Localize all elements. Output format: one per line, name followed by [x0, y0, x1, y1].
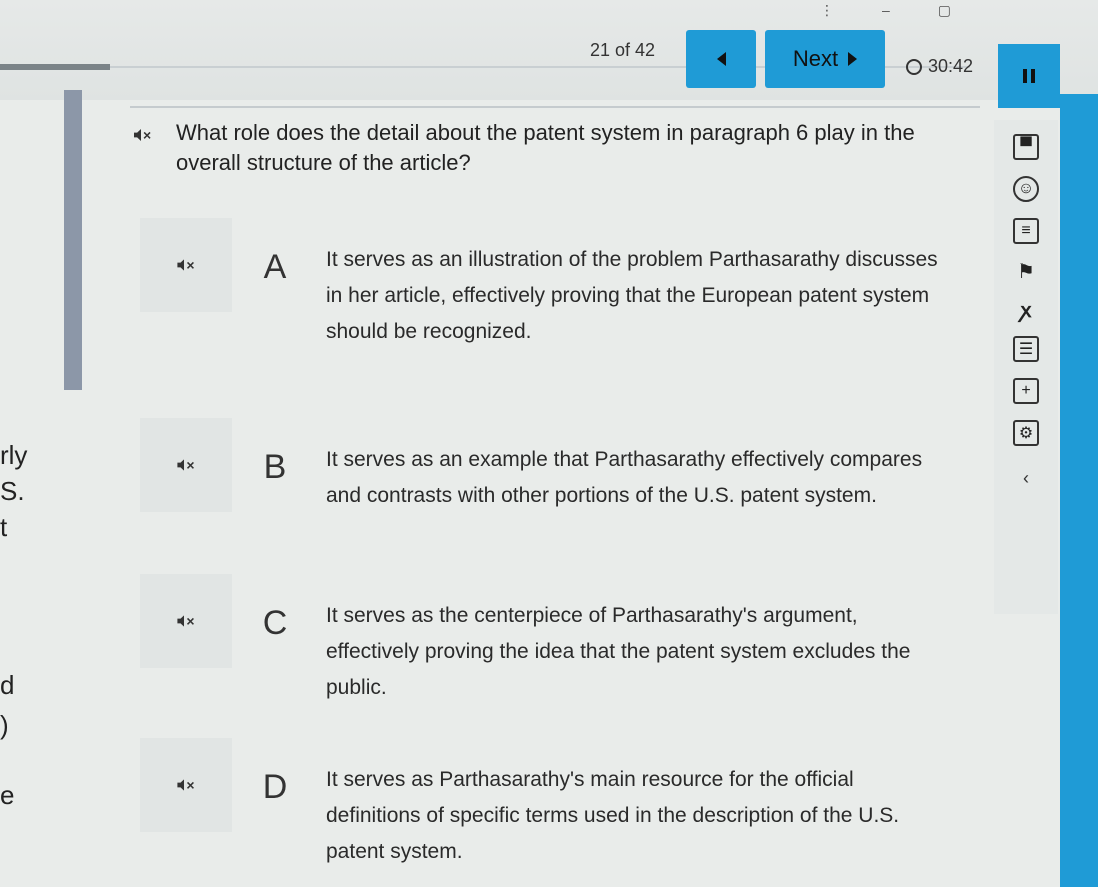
chevron-right-icon	[848, 52, 857, 66]
system-tray: ⋮ – ▢	[820, 2, 951, 19]
passage-fragment: e	[0, 780, 14, 811]
notes-icon[interactable]: ☰	[1013, 336, 1039, 362]
pause-button[interactable]	[998, 44, 1060, 108]
passage-fragment: S.	[0, 476, 25, 507]
answer-letter: B	[232, 418, 318, 514]
progress-fill	[0, 64, 110, 70]
answer-letter: A	[232, 218, 318, 350]
previous-button[interactable]	[686, 30, 756, 88]
answer-text: It serves as the centerpiece of Parthasa…	[318, 574, 940, 706]
right-scrollbar[interactable]	[1060, 94, 1098, 887]
answer-choice-d[interactable]: × D It serves as Parthasarathy's main re…	[140, 738, 940, 870]
pause-icon-bar	[1031, 69, 1035, 83]
chevron-left-icon	[717, 52, 726, 66]
question-stem: × What role does the detail about the pa…	[150, 118, 970, 178]
timer-value: 30:42	[928, 56, 973, 77]
collapse-icon[interactable]: ‹	[1023, 468, 1029, 489]
dots-icon[interactable]: ⋮	[820, 2, 834, 19]
answer-speaker-icon[interactable]: ×	[140, 418, 232, 512]
passage-fragment: d	[0, 670, 14, 701]
question-counter: 21 of 42	[590, 40, 655, 61]
answer-choice-c[interactable]: × C It serves as the centerpiece of Part…	[140, 574, 940, 706]
answer-text: It serves as an example that Parthasarat…	[318, 418, 940, 514]
window-icon[interactable]: ▢	[938, 2, 951, 19]
passage-fragment: rly	[0, 440, 27, 471]
clock-icon	[906, 59, 922, 75]
tool-sidebar: ▀ ☺ ≡ ⚑ ꭗ ☰ + ⚙ ‹	[994, 120, 1058, 614]
pause-icon	[1023, 69, 1027, 83]
answer-text: It serves as Parthasarathy's main resour…	[318, 738, 940, 870]
passage-fragment: t	[0, 512, 7, 543]
question-text: What role does the detail about the pate…	[150, 118, 970, 178]
question-speaker-icon[interactable]: ×	[134, 120, 151, 150]
add-icon[interactable]: +	[1013, 378, 1039, 404]
flag-icon[interactable]: ⚑	[1015, 260, 1037, 282]
settings-icon[interactable]: ⚙	[1013, 420, 1039, 446]
answer-text: It serves as an illustration of the prob…	[318, 218, 940, 350]
save-icon[interactable]: ▀	[1013, 134, 1039, 160]
answer-speaker-icon[interactable]: ×	[140, 218, 232, 312]
passage-scrollbar[interactable]	[64, 90, 82, 390]
answer-speaker-icon[interactable]: ×	[140, 738, 232, 832]
minimize-icon[interactable]: –	[882, 2, 890, 19]
header-divider	[130, 106, 980, 108]
next-label: Next	[793, 46, 838, 72]
strikethrough-icon[interactable]: ꭗ	[1015, 298, 1037, 320]
answer-speaker-icon[interactable]: ×	[140, 574, 232, 668]
answer-letter: C	[232, 574, 318, 706]
accessibility-icon[interactable]: ☺	[1013, 176, 1039, 202]
timer: 30:42	[906, 56, 973, 77]
calculator-icon[interactable]: ≡	[1013, 218, 1039, 244]
passage-fragment: )	[0, 710, 9, 741]
answer-choice-a[interactable]: × A It serves as an illustration of the …	[140, 218, 940, 350]
answer-choice-b[interactable]: × B It serves as an example that Parthas…	[140, 418, 940, 514]
next-button[interactable]: Next	[765, 30, 885, 88]
answer-letter: D	[232, 738, 318, 870]
